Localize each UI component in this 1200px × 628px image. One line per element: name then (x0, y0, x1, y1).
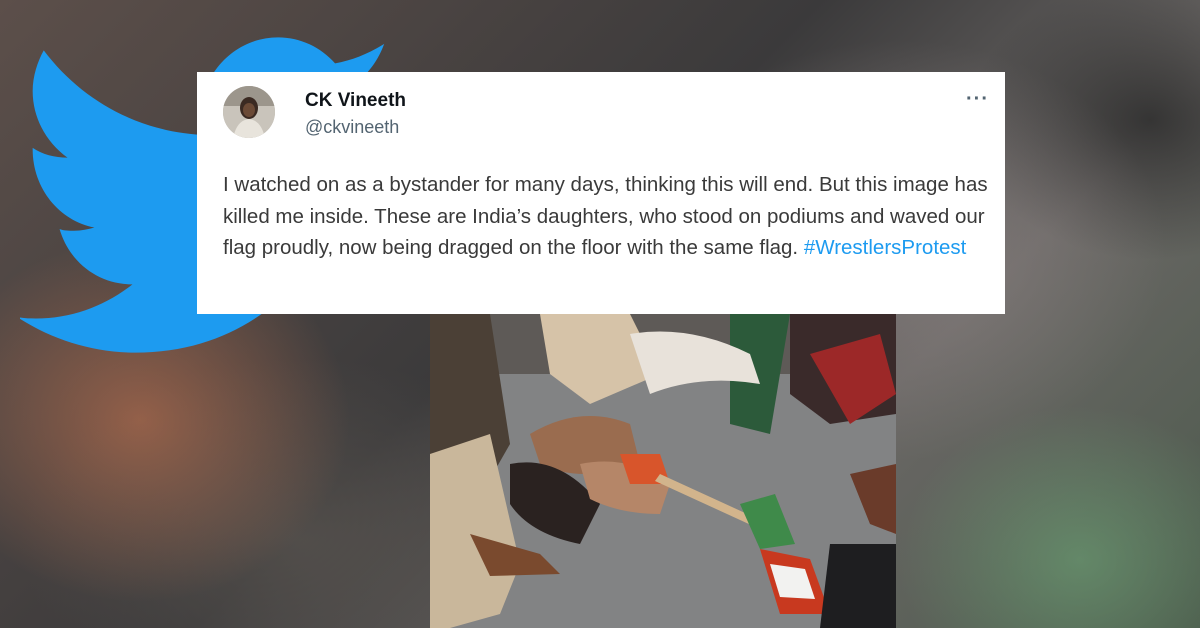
hashtag-link[interactable]: #WrestlersProtest (804, 236, 967, 259)
tweet-text: I watched on as a bystander for many day… (223, 169, 993, 264)
avatar[interactable] (223, 86, 275, 138)
tweet-photo[interactable] (430, 314, 896, 628)
tweet-card: CK Vineeth @ckvineeth ··· I watched on a… (197, 72, 1005, 314)
author-name[interactable]: CK Vineeth (305, 90, 406, 112)
more-horizontal-icon[interactable]: ··· (966, 89, 989, 109)
author-handle[interactable]: @ckvineeth (305, 117, 399, 138)
